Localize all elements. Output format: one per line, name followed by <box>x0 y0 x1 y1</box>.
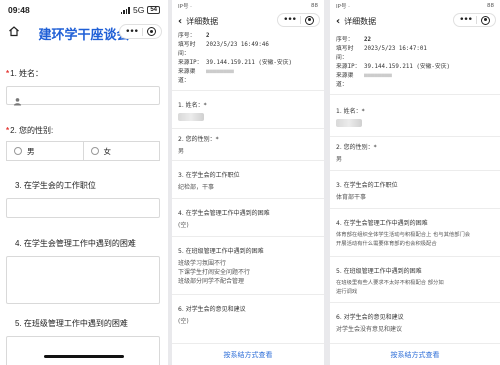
form-top-bar: ••• <box>0 20 168 44</box>
radio-circle-icon <box>14 147 22 155</box>
answer-section: 3. 在学生会的工作职位 体育部干事 <box>330 170 500 208</box>
redacted-name <box>178 113 204 121</box>
more-icon[interactable]: ••• <box>125 27 139 36</box>
redacted-name <box>336 119 362 127</box>
status-bar: IP号 · 88 <box>178 3 318 10</box>
home-indicator <box>44 355 124 358</box>
capsule-menu[interactable]: ••• <box>277 13 320 27</box>
close-target-icon[interactable] <box>305 15 314 25</box>
status-bar: 09:48 5G 54 <box>0 0 168 20</box>
home-icon[interactable] <box>8 25 20 37</box>
answer-section: 2. 您的性别：* 男 <box>172 128 324 160</box>
council-difficulty-textarea[interactable] <box>6 256 160 304</box>
network-label: 5G <box>132 5 145 15</box>
answer-section: 2. 您的性别：* 男 <box>330 136 500 170</box>
status-time: 09:48 <box>8 5 30 15</box>
page-title: 详细数据 <box>344 16 377 26</box>
name-input[interactable] <box>6 86 160 106</box>
answer-section: 4. 在学生会管理工作中遇到的困难 (空) <box>172 198 324 236</box>
record-meta: 序号： 2 填写时间： 2023/5/23 16:49:46 来源IP： 39.144… <box>178 33 293 84</box>
capsule-menu[interactable]: ••• <box>119 24 162 39</box>
gender-option-male[interactable]: 男 <box>6 141 84 161</box>
detail-screen-a: IP号 · 88 ‹ 详细数据 ••• 序号： 2 填写时间： 2023/5/23 … <box>172 0 324 365</box>
question-position: 3. 在学生会的工作职位 <box>6 180 160 218</box>
gender-option-female[interactable]: 女 <box>83 141 160 161</box>
page-title: 详细数据 <box>186 16 219 26</box>
status-bar: IP号 · 88 <box>336 3 494 10</box>
answer-section: 6. 对学生会的意见和建议 对学生会没有意见和建议 <box>330 302 500 339</box>
nav-bar: ‹ 详细数据 ••• <box>330 12 500 30</box>
answer-section: 6. 对学生会的意见和建议 (空) <box>172 294 324 331</box>
answer-section: 4. 在学生会管理工作中遇到的困难 体育部在组织全体学生活动与积极配合上 也与其… <box>330 208 500 256</box>
radio-circle-icon <box>90 147 99 155</box>
answer-section: 5. 在班级管理工作中遇到的困难 在班级里有些人要求不太好不积极配合 部分如 进… <box>330 256 500 302</box>
close-target-icon[interactable] <box>147 27 156 36</box>
question-council-difficulty: 4. 在学生会管理工作中遇到的困难 <box>6 238 160 304</box>
answer-section: 1. 姓名：* <box>330 94 500 136</box>
position-input[interactable] <box>6 198 160 218</box>
back-icon[interactable]: ‹ <box>178 16 182 27</box>
battery-icon: 54 <box>147 6 160 14</box>
survey-form-screen: 09:48 5G 54 ••• 建环学干座谈会 *1. 姓名： *2. 您的性别… <box>0 0 168 365</box>
view-by-contact-button[interactable]: 按系结方式查看 <box>330 343 500 365</box>
answer-section: 5. 在班级管理工作中遇到的困难 班级学习氛围不行 下课学生打闹安全问题不行 班… <box>172 236 324 294</box>
close-target-icon[interactable] <box>481 15 490 25</box>
capsule-menu[interactable]: ••• <box>453 13 496 27</box>
more-icon[interactable]: ••• <box>459 16 473 25</box>
answer-section: 1. 姓名：* <box>172 90 324 128</box>
more-icon[interactable]: ••• <box>283 16 297 25</box>
question-name: *1. 姓名： <box>6 68 160 106</box>
back-icon[interactable]: ‹ <box>336 16 340 27</box>
person-icon <box>13 98 22 106</box>
question-gender: *2. 您的性别: 男 女 <box>6 125 160 161</box>
view-by-contact-button[interactable]: 按系结方式查看 <box>172 343 324 365</box>
answer-section: 3. 在学生会的工作职位 纪检部，干事 <box>172 160 324 198</box>
detail-screen-b: IP号 · 88 ‹ 详细数据 ••• 序号： 22 填写时间： 2023/5/23… <box>330 0 500 365</box>
record-meta: 序号： 22 填写时间： 2023/5/23 16:47:01 来源IP： 39.14… <box>336 37 451 88</box>
signal-icon <box>120 6 130 14</box>
nav-bar: ‹ 详细数据 ••• <box>172 12 324 30</box>
class-difficulty-textarea[interactable] <box>6 336 160 365</box>
gender-radio-group: 男 女 <box>6 141 160 161</box>
